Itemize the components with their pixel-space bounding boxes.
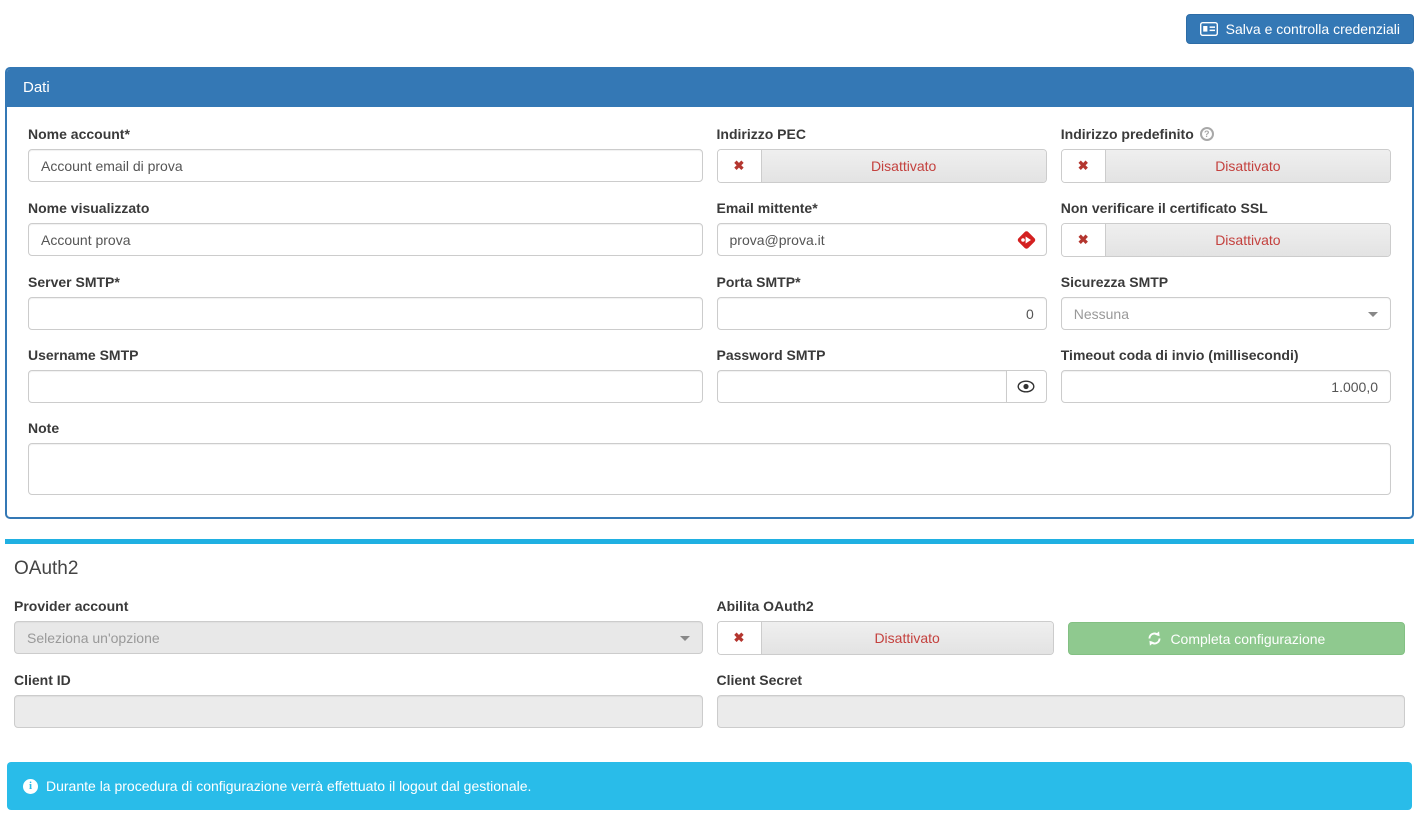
dati-panel: Dati Nome account* Indirizzo PEC ✖ Disat… [5, 67, 1414, 519]
client-secret-group: Client Secret [710, 672, 1413, 728]
password-smtp-group: Password SMTP [710, 347, 1054, 403]
abilita-oauth2-group: Abilita OAuth2 ✖ Disattivato [710, 598, 1061, 655]
email-mittente-group: Email mittente* [710, 200, 1054, 257]
timeout-group: Timeout coda di invio (millisecondi) [1054, 347, 1398, 403]
provider-account-selected-value: Seleziona un'opzione [27, 629, 160, 646]
form-row: Nome visualizzato Email mittente* [21, 200, 1398, 274]
indirizzo-predefinito-toggle-state: Disattivato [1105, 150, 1390, 182]
client-id-input [14, 695, 703, 728]
non-verificare-ssl-label: Non verificare il certificato SSL [1060, 200, 1268, 216]
username-smtp-label: Username SMTP [28, 347, 139, 363]
oauth2-section-title: OAuth2 [14, 558, 79, 579]
form-row: Provider account Seleziona un'opzione Ab… [7, 598, 1412, 672]
client-id-group: Client ID [7, 672, 710, 728]
dati-panel-title: Dati [7, 69, 1412, 107]
show-password-button[interactable] [1005, 370, 1047, 403]
form-row: Note [21, 420, 1398, 503]
indirizzo-pec-label: Indirizzo PEC [716, 126, 806, 142]
email-forward-icon[interactable] [1016, 229, 1037, 250]
note-textarea[interactable] [28, 443, 1391, 495]
save-button-label: Salva e controlla credenziali [1225, 21, 1400, 37]
email-account-config-page: Salva e controlla credenziali Dati Nome … [0, 0, 1419, 810]
porta-smtp-label: Porta SMTP* [716, 274, 801, 290]
form-row: Server SMTP* Porta SMTP* Sicurezza SMTP … [21, 274, 1398, 347]
provider-account-select[interactable]: Seleziona un'opzione [14, 621, 703, 654]
email-mittente-input[interactable] [716, 223, 1047, 256]
completa-configurazione-button[interactable]: Completa configurazione [1067, 622, 1405, 655]
x-icon: ✖ [1061, 150, 1106, 182]
indirizzo-pec-group: Indirizzo PEC ✖ Disattivato [710, 126, 1054, 183]
form-row: Nome account* Indirizzo PEC ✖ Disattivat… [21, 126, 1398, 200]
client-secret-input [716, 695, 1405, 728]
x-icon: ✖ [1061, 224, 1106, 256]
nome-visualizzato-group: Nome visualizzato [21, 200, 710, 257]
indirizzo-predefinito-toggle[interactable]: ✖ Disattivato [1060, 149, 1391, 183]
email-mittente-label: Email mittente* [716, 200, 818, 216]
sicurezza-smtp-label: Sicurezza SMTP [1060, 274, 1169, 290]
porta-smtp-input[interactable] [716, 297, 1047, 330]
indirizzo-predefinito-label-text: Indirizzo predefinito [1060, 126, 1194, 142]
sicurezza-smtp-group: Sicurezza SMTP Nessuna [1054, 274, 1398, 330]
abilita-oauth2-toggle-state: Disattivato [761, 622, 1053, 654]
provider-account-group: Provider account Seleziona un'opzione [7, 598, 710, 655]
nome-account-group: Nome account* [21, 126, 710, 183]
client-id-label: Client ID [14, 672, 71, 688]
oauth2-info-message: Durante la procedura di configurazione v… [46, 778, 532, 794]
x-icon: ✖ [717, 150, 762, 182]
username-smtp-input[interactable] [28, 370, 703, 403]
server-smtp-input[interactable] [28, 297, 703, 330]
timeout-label: Timeout coda di invio (millisecondi) [1060, 347, 1299, 363]
help-question-icon[interactable]: ? [1199, 127, 1214, 141]
nome-account-input[interactable] [28, 149, 703, 182]
note-label: Note [28, 420, 60, 436]
client-secret-label: Client Secret [716, 672, 803, 688]
indirizzo-predefinito-label: Indirizzo predefinito ? [1061, 126, 1391, 142]
non-verificare-ssl-toggle-state: Disattivato [1105, 224, 1390, 256]
x-icon: ✖ [717, 622, 762, 654]
chevron-down-icon [679, 635, 690, 641]
form-row: Username SMTP Password SMTP Timeout coda… [21, 347, 1398, 420]
nome-visualizzato-label: Nome visualizzato [28, 200, 150, 216]
oauth2-info-alert: i Durante la procedura di configurazione… [7, 762, 1412, 810]
eye-icon [1017, 380, 1035, 393]
non-verificare-ssl-toggle[interactable]: ✖ Disattivato [1060, 223, 1391, 257]
provider-account-label: Provider account [14, 598, 129, 614]
save-and-check-credentials-button[interactable]: Salva e controlla credenziali [1185, 14, 1414, 44]
abilita-oauth2-toggle[interactable]: ✖ Disattivato [716, 621, 1054, 655]
info-icon: i [23, 778, 38, 794]
abilita-oauth2-label: Abilita OAuth2 [716, 598, 814, 614]
address-card-icon [1199, 22, 1218, 36]
password-smtp-input[interactable] [716, 370, 1006, 403]
nome-account-label: Nome account* [28, 126, 130, 142]
sicurezza-smtp-selected-value: Nessuna [1073, 305, 1130, 322]
timeout-input[interactable] [1060, 370, 1391, 403]
oauth2-section-divider [5, 539, 1414, 544]
completa-configurazione-label: Completa configurazione [1170, 630, 1326, 647]
note-group: Note [21, 420, 1398, 495]
indirizzo-predefinito-group: Indirizzo predefinito ? ✖ Disattivato [1054, 126, 1398, 183]
server-smtp-label: Server SMTP* [28, 274, 120, 290]
password-smtp-label: Password SMTP [716, 347, 826, 363]
chevron-down-icon [1368, 311, 1378, 317]
server-smtp-group: Server SMTP* [21, 274, 710, 330]
indirizzo-pec-toggle[interactable]: ✖ Disattivato [716, 149, 1047, 183]
nome-visualizzato-input[interactable] [28, 223, 703, 256]
dati-panel-body: Nome account* Indirizzo PEC ✖ Disattivat… [7, 107, 1412, 517]
indirizzo-pec-toggle-state: Disattivato [761, 150, 1046, 182]
oauth2-section: OAuth2 Provider account Seleziona un'opz… [0, 557, 1419, 745]
username-smtp-group: Username SMTP [21, 347, 710, 403]
refresh-icon [1147, 631, 1162, 646]
top-toolbar: Salva e controlla credenziali [0, 0, 1419, 67]
completa-configurazione-group: Completa configurazione [1061, 598, 1412, 655]
sicurezza-smtp-select[interactable]: Nessuna [1060, 297, 1391, 330]
porta-smtp-group: Porta SMTP* [710, 274, 1054, 330]
non-verificare-ssl-group: Non verificare il certificato SSL ✖ Disa… [1054, 200, 1398, 257]
form-row: Client ID Client Secret [7, 672, 1412, 745]
